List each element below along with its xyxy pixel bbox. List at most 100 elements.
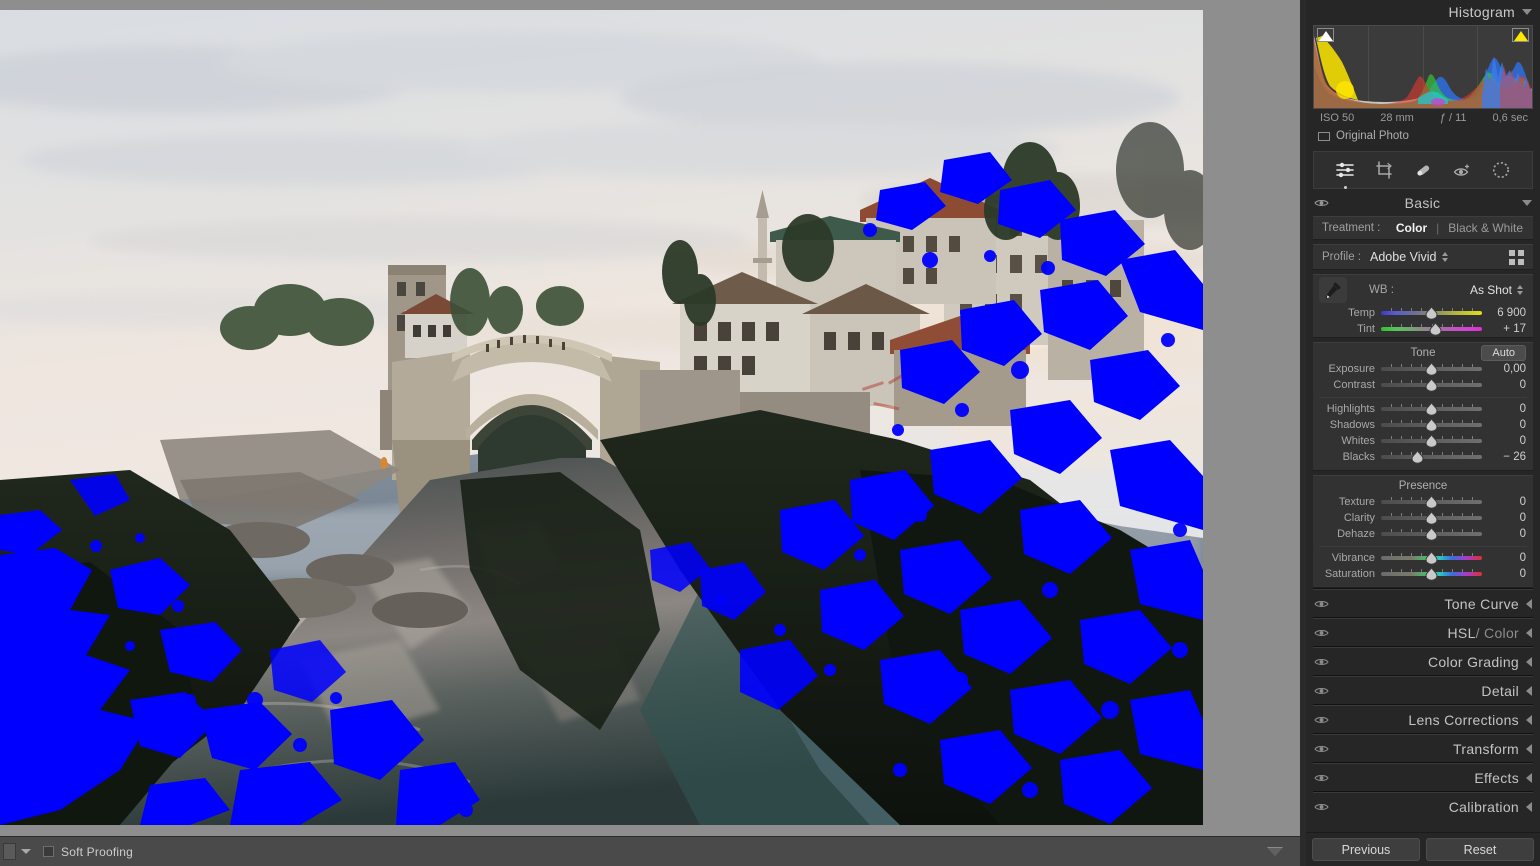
slider-handle[interactable] — [1429, 321, 1442, 336]
image-canvas-area[interactable] — [0, 0, 1300, 836]
slider-handle[interactable] — [1425, 550, 1438, 565]
chevron-left-icon[interactable] — [1526, 743, 1532, 754]
slider-value[interactable]: − 26 — [1486, 451, 1526, 463]
chevron-left-icon[interactable] — [1526, 801, 1532, 812]
slider-row-saturation[interactable]: Saturation 0 — [1313, 566, 1533, 582]
slider-track[interactable] — [1381, 494, 1482, 510]
profile-value[interactable]: Adobe Vivid — [1370, 250, 1437, 264]
slider-row-blacks[interactable]: Blacks − 26 — [1313, 449, 1533, 465]
slider-row-highlights[interactable]: Highlights 0 — [1313, 401, 1533, 417]
view-mode-caret-icon[interactable] — [21, 849, 31, 854]
shadow-clipping-indicator[interactable] — [1317, 28, 1334, 42]
slider-handle[interactable] — [1425, 510, 1438, 525]
slider-row-exposure[interactable]: Exposure 0,00 — [1313, 361, 1533, 377]
eye-icon[interactable] — [1313, 685, 1329, 697]
slider-track[interactable] — [1381, 377, 1482, 393]
slider-track[interactable] — [1381, 361, 1482, 377]
slider-row-dehaze[interactable]: Dehaze 0 — [1313, 526, 1533, 542]
develop-tool-strip[interactable] — [1313, 151, 1533, 189]
eyedropper-icon[interactable] — [1319, 277, 1347, 303]
eye-icon[interactable] — [1313, 627, 1329, 639]
profile-grid-icon[interactable] — [1509, 249, 1524, 265]
slider-handle[interactable] — [1425, 305, 1438, 320]
histogram-header[interactable]: Histogram — [1306, 0, 1540, 24]
eye-icon[interactable] — [1313, 656, 1329, 668]
slider-value[interactable]: 0 — [1486, 528, 1526, 540]
treatment-option-black-and-white[interactable]: Black & White — [1448, 221, 1523, 235]
slider-track[interactable] — [1381, 305, 1482, 321]
eye-icon[interactable] — [1313, 743, 1329, 755]
slider-handle[interactable] — [1425, 566, 1438, 581]
slider-handle[interactable] — [1425, 401, 1438, 416]
slider-row-whites[interactable]: Whites 0 — [1313, 433, 1533, 449]
photo-preview[interactable] — [0, 10, 1203, 825]
chevron-down-icon[interactable] — [1522, 9, 1532, 15]
slider-track[interactable] — [1381, 449, 1482, 465]
slider-value[interactable]: 0 — [1486, 403, 1526, 415]
wb-value[interactable]: As Shot — [1470, 283, 1523, 297]
slider-value[interactable]: 0 — [1486, 419, 1526, 431]
eye-icon[interactable] — [1313, 801, 1329, 813]
view-mode-swatch[interactable] — [3, 843, 16, 860]
chevron-down-icon[interactable] — [1521, 199, 1532, 206]
slider-row-texture[interactable]: Texture 0 — [1313, 494, 1533, 510]
slider-track[interactable] — [1381, 401, 1482, 417]
slider-handle[interactable] — [1425, 494, 1438, 509]
slider-handle[interactable] — [1425, 361, 1438, 376]
slider-handle[interactable] — [1425, 433, 1438, 448]
toolbar-right-group[interactable] — [1267, 837, 1283, 866]
develop-toolbar[interactable]: Soft Proofing — [0, 836, 1300, 866]
panel-header-transform[interactable]: Transform — [1306, 735, 1540, 762]
slider-value[interactable]: 0 — [1486, 552, 1526, 564]
slider-value[interactable]: 0 — [1486, 568, 1526, 580]
spot-removal-tool[interactable] — [1410, 157, 1436, 183]
slider-row-clarity[interactable]: Clarity 0 — [1313, 510, 1533, 526]
slider-handle[interactable] — [1425, 526, 1438, 541]
slider-value[interactable]: 0 — [1486, 435, 1526, 447]
slider-track[interactable] — [1381, 526, 1482, 542]
panel-header-lens-corrections[interactable]: Lens Corrections — [1306, 706, 1540, 733]
white-balance-row[interactable]: WB : As Shot — [1313, 275, 1533, 305]
panel-header-hsl[interactable]: HSL / Color — [1306, 619, 1540, 646]
auto-tone-button[interactable]: Auto — [1481, 345, 1526, 361]
chevron-left-icon[interactable] — [1526, 685, 1532, 696]
slider-value[interactable]: 0 — [1486, 512, 1526, 524]
slider-value[interactable]: 0 — [1486, 379, 1526, 391]
eye-icon[interactable] — [1313, 772, 1329, 784]
profile-stepper-icon[interactable] — [1441, 252, 1448, 262]
slider-row-temp[interactable]: Temp 6 900 — [1313, 305, 1533, 321]
slider-handle[interactable] — [1425, 377, 1438, 392]
basic-panel-header[interactable]: Basic — [1306, 189, 1540, 216]
previous-button[interactable]: Previous — [1312, 838, 1420, 861]
panel-header-color-grading[interactable]: Color Grading — [1306, 648, 1540, 675]
slider-row-shadows[interactable]: Shadows 0 — [1313, 417, 1533, 433]
profile-row[interactable]: Profile : Adobe Vivid — [1313, 245, 1533, 269]
chevron-left-icon[interactable] — [1526, 772, 1532, 783]
slider-track[interactable] — [1381, 321, 1482, 337]
slider-handle[interactable] — [1411, 449, 1424, 464]
slider-value[interactable]: 6 900 — [1486, 307, 1526, 319]
crop-overlay-tool[interactable] — [1371, 157, 1397, 183]
chevron-left-icon[interactable] — [1526, 627, 1532, 638]
eye-icon[interactable] — [1313, 714, 1329, 726]
eye-icon[interactable] — [1313, 598, 1329, 610]
slider-row-contrast[interactable]: Contrast 0 — [1313, 377, 1533, 393]
slider-value[interactable]: 0 — [1486, 496, 1526, 508]
reset-button[interactable]: Reset — [1426, 838, 1534, 861]
highlight-clipping-indicator[interactable] — [1512, 28, 1529, 42]
slider-track[interactable] — [1381, 550, 1482, 566]
slider-track[interactable] — [1381, 417, 1482, 433]
slider-track[interactable] — [1381, 433, 1482, 449]
panel-header-effects[interactable]: Effects — [1306, 764, 1540, 791]
original-photo-checkbox[interactable] — [1318, 131, 1330, 141]
panel-header-detail[interactable]: Detail — [1306, 677, 1540, 704]
wb-stepper-icon[interactable] — [1517, 285, 1523, 295]
original-photo-toggle[interactable]: Original Photo — [1306, 124, 1540, 147]
treatment-option-color[interactable]: Color — [1396, 221, 1427, 235]
toolbar-caret-icon[interactable] — [1267, 846, 1283, 856]
slider-track[interactable] — [1381, 510, 1482, 526]
soft-proofing-checkbox[interactable] — [43, 846, 54, 857]
slider-value[interactable]: + 17 — [1486, 323, 1526, 335]
slider-value[interactable]: 0,00 — [1486, 363, 1526, 375]
histogram-graph[interactable] — [1313, 25, 1533, 109]
